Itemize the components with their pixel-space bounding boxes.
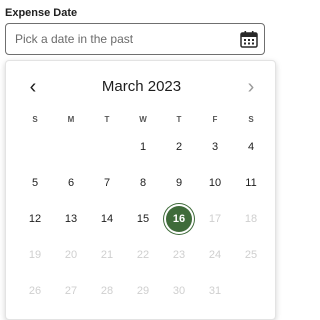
day-cell: 20 [53, 237, 89, 273]
day-label: 31 [208, 285, 222, 297]
expense-date-field[interactable] [5, 23, 265, 55]
day-label: 1 [139, 141, 147, 153]
day-label: 11 [245, 177, 257, 189]
day-label: 2 [175, 141, 183, 153]
calendar-grid: S M T W T F S 1 2 3 4 5 6 7 8 9 10 11 12 13 14 15 16 17 18 19 20 21… [17, 109, 269, 309]
day-label: 29 [136, 285, 150, 297]
chevron-right-icon: › [247, 76, 255, 98]
day-cell[interactable]: 6 [53, 165, 89, 201]
day-label: 26 [28, 285, 42, 297]
day-cell: 28 [89, 273, 125, 309]
day-cell[interactable]: 4 [233, 129, 269, 165]
day-label: 16 [166, 206, 192, 232]
day-label: 13 [64, 213, 78, 225]
date-input[interactable] [15, 24, 235, 54]
day-label: 22 [136, 249, 150, 261]
day-cell: 23 [161, 237, 197, 273]
date-picker-popup: ‹ March 2023 › S M T W T F S 1 2 3 4 5 6 7 8 9 10 11 12 13 1… [5, 60, 276, 320]
weekday-header: T [104, 114, 110, 124]
day-label: 3 [211, 141, 219, 153]
day-label: 20 [64, 249, 78, 261]
day-cell: 26 [17, 273, 53, 309]
day-label: 25 [244, 249, 258, 261]
day-label: 6 [67, 177, 75, 189]
day-cell: 24 [197, 237, 233, 273]
day-cell: 17 [197, 201, 233, 237]
day-cell[interactable]: 8 [125, 165, 161, 201]
day-cell[interactable]: 11 [233, 165, 269, 201]
day-label: 4 [247, 141, 255, 153]
day-label: 12 [28, 213, 42, 225]
weekday-header: S [248, 114, 254, 124]
weekday-header: S [32, 114, 38, 124]
day-label: 7 [103, 177, 111, 189]
day-label: 21 [100, 249, 114, 261]
day-cell[interactable]: 2 [161, 129, 197, 165]
day-cell[interactable]: 7 [89, 165, 125, 201]
day-cell: 19 [17, 237, 53, 273]
day-cell[interactable]: 15 [125, 201, 161, 237]
day-label: 24 [208, 249, 222, 261]
day-cell[interactable]: 13 [53, 201, 89, 237]
day-cell[interactable]: 10 [197, 165, 233, 201]
day-cell[interactable]: 9 [161, 165, 197, 201]
day-cell[interactable]: 14 [89, 201, 125, 237]
day-label: 8 [139, 177, 147, 189]
day-cell[interactable]: 1 [125, 129, 161, 165]
day-cell: 18 [233, 201, 269, 237]
empty-day-cell [17, 129, 53, 165]
selected-day[interactable]: 16 [161, 201, 197, 237]
day-label: 5 [31, 177, 39, 189]
month-title: March 2023 [101, 78, 182, 95]
empty-day-cell [89, 129, 125, 165]
day-cell: 29 [125, 273, 161, 309]
day-label: 18 [244, 213, 258, 225]
weekday-header: T [176, 114, 182, 124]
day-cell: 22 [125, 237, 161, 273]
weekday-header: W [139, 114, 147, 124]
day-label: 23 [172, 249, 186, 261]
expense-date-label: Expense Date [5, 7, 78, 19]
day-label: 14 [100, 213, 114, 225]
weekday-header: F [212, 114, 218, 124]
day-cell: 25 [233, 237, 269, 273]
day-label: 28 [100, 285, 114, 297]
day-cell[interactable]: 12 [17, 201, 53, 237]
empty-day-cell [53, 129, 89, 165]
calendar-icon[interactable] [240, 31, 258, 48]
day-cell[interactable]: 5 [17, 165, 53, 201]
day-cell: 31 [197, 273, 233, 309]
day-cell: 27 [53, 273, 89, 309]
day-cell: 30 [161, 273, 197, 309]
day-label: 17 [208, 213, 222, 225]
day-label: 30 [172, 285, 186, 297]
day-label: 19 [28, 249, 42, 261]
day-label: 27 [64, 285, 78, 297]
day-label: 10 [208, 177, 222, 189]
day-label: 9 [175, 177, 183, 189]
day-label: 15 [136, 213, 150, 225]
day-cell: 21 [89, 237, 125, 273]
weekday-header: M [67, 114, 75, 124]
day-cell[interactable]: 3 [197, 129, 233, 165]
